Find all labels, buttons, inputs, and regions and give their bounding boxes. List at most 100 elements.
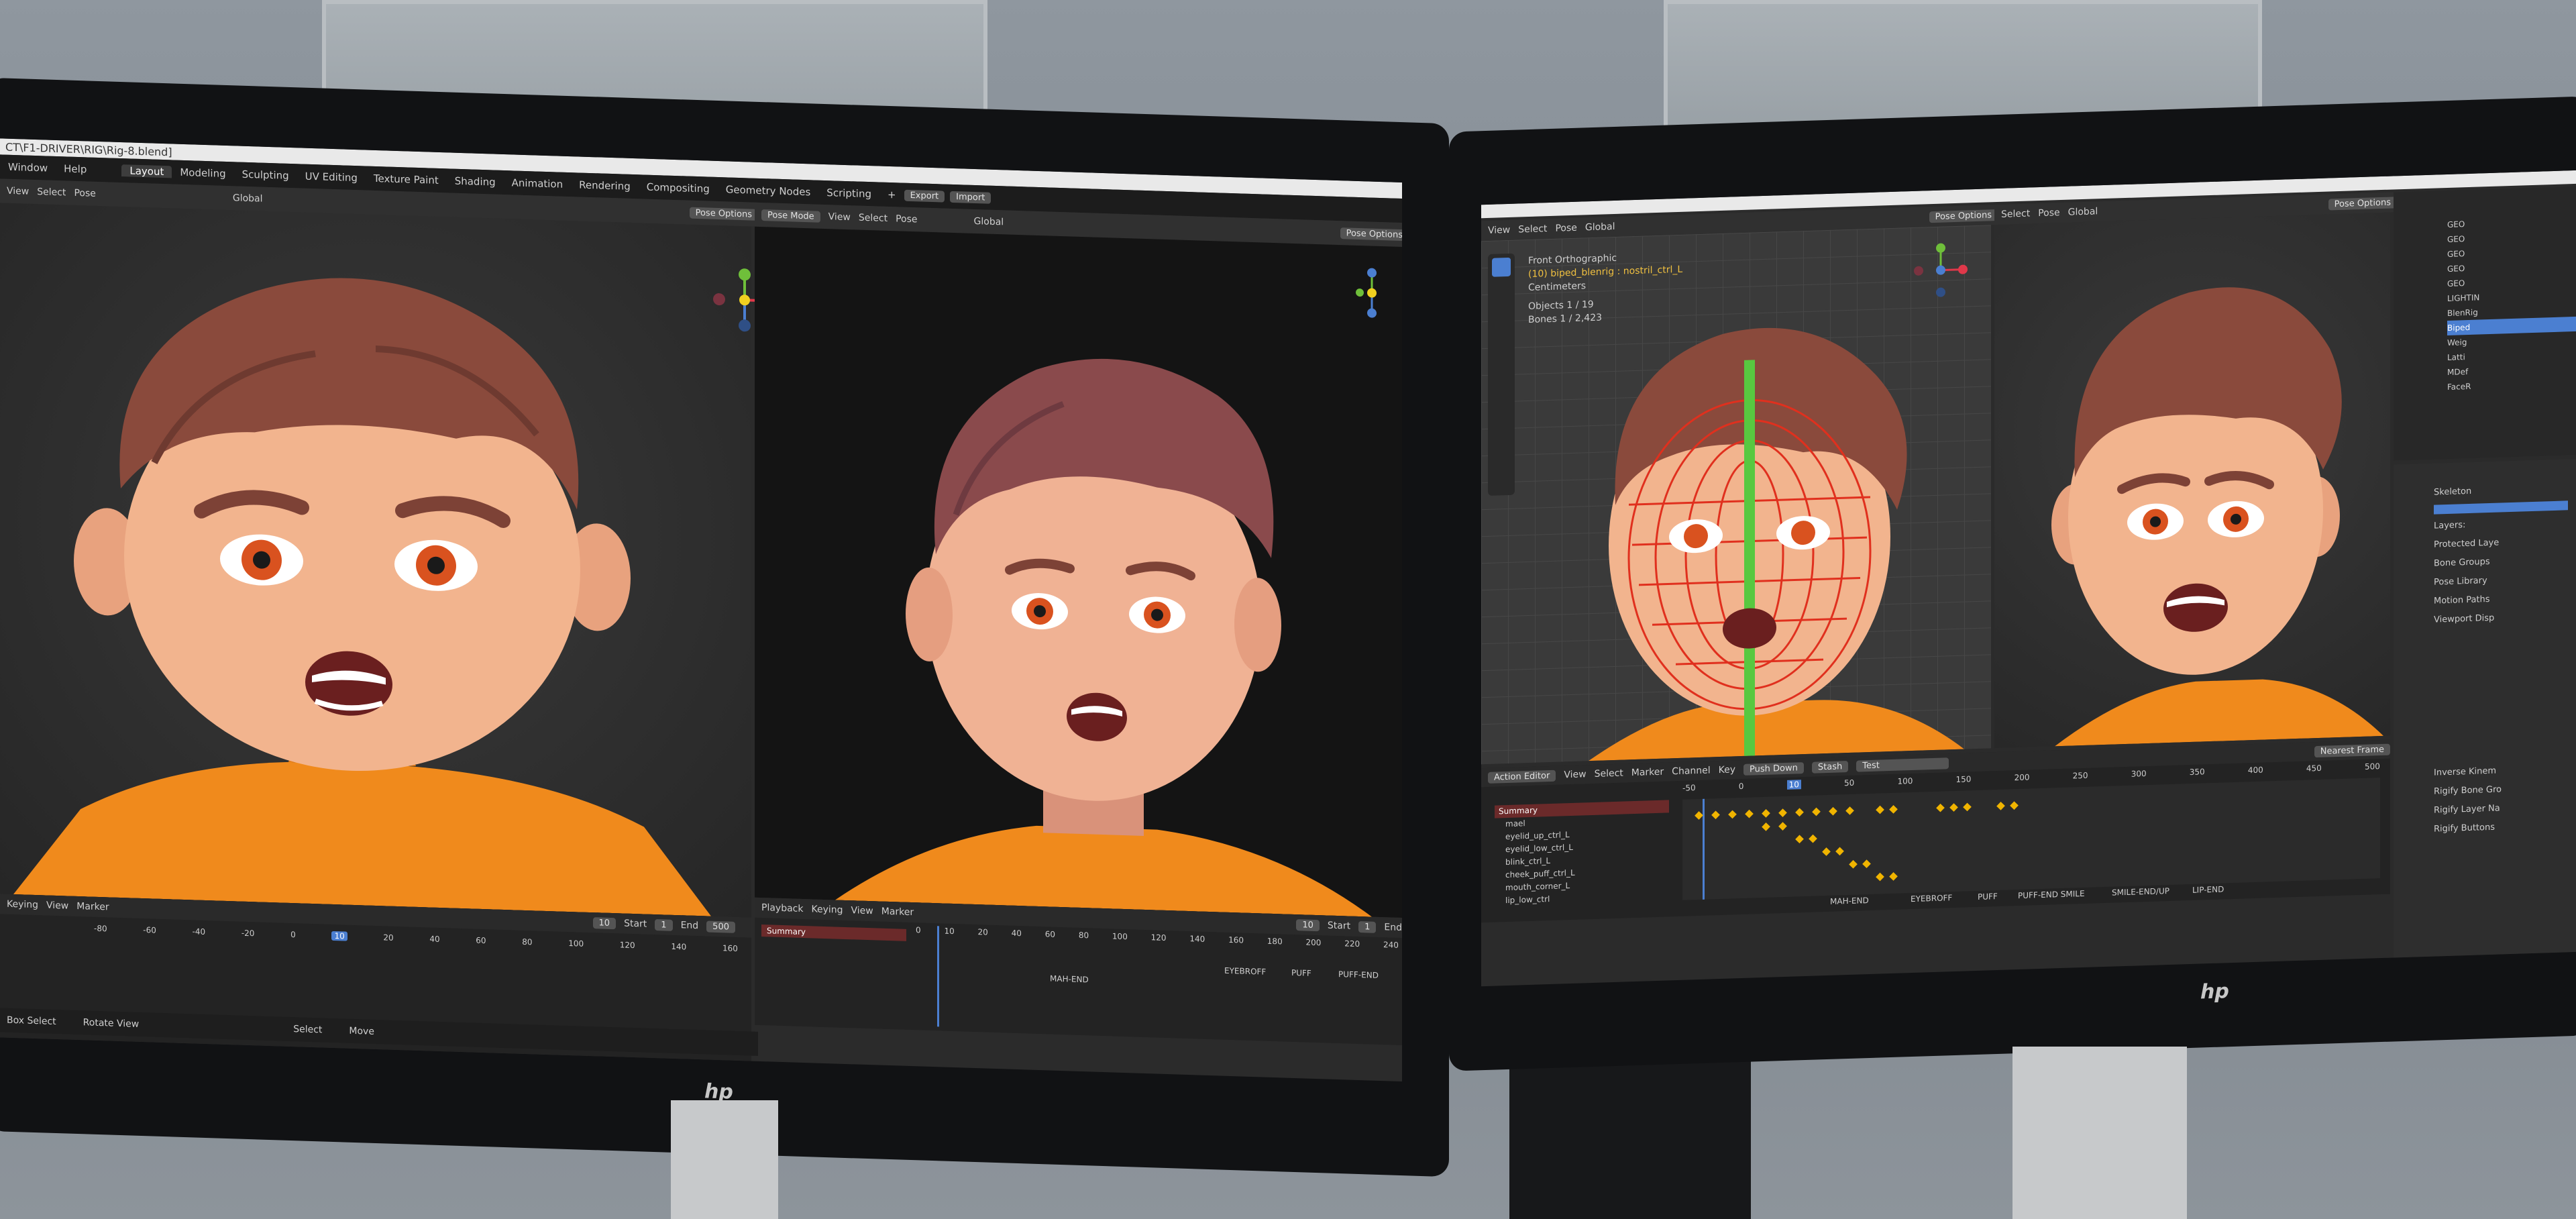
ae-menu-marker[interactable]: Marker (1631, 767, 1664, 779)
keyframe[interactable] (1876, 872, 1884, 882)
rig-pose-options[interactable]: Pose Options (1929, 209, 1998, 223)
view-menu[interactable]: View (46, 900, 68, 912)
import-button[interactable]: Import (950, 191, 991, 204)
menu-view-2[interactable]: View (828, 211, 851, 223)
export-button[interactable]: Export (904, 189, 945, 203)
tab-animation[interactable]: Animation (504, 176, 571, 191)
keyframe[interactable] (1812, 807, 1821, 816)
ae-marker-eyebroff[interactable]: EYEBROFF (1911, 893, 1952, 904)
preview-viewport[interactable] (1994, 212, 2390, 749)
tab-sculpting[interactable]: Sculpting (234, 168, 297, 182)
keyframe[interactable] (1695, 811, 1703, 820)
editor-mode-dropdown[interactable]: Action Editor (1488, 770, 1556, 784)
timeline-left[interactable]: Keying View Marker 10 Start 1 End 500 -8… (0, 894, 758, 1061)
menu-pose-2[interactable]: Pose (896, 213, 917, 225)
ae-marker-puff-end-smile[interactable]: PUFF-END SMILE (2018, 889, 2085, 900)
ae-marker-smile-end[interactable]: SMILE-END/UP (2112, 886, 2169, 898)
tab-layout[interactable]: Layout (121, 164, 172, 178)
outliner-panel[interactable]: GEO GEO GEO GEO GEO LIGHTIN BlenRig Bipe… (2394, 186, 2576, 461)
end-field[interactable]: 500 (706, 920, 735, 933)
marker-puff-end[interactable]: PUFF-END (1338, 969, 1379, 980)
ae-menu-key[interactable]: Key (1719, 764, 1735, 776)
transform-orientation-2[interactable]: Global (974, 216, 1004, 227)
pose-options-button-2[interactable]: Pose Options (1340, 227, 1402, 241)
tab-rendering[interactable]: Rendering (571, 178, 639, 193)
pose-mode-dropdown[interactable]: Pose Mode (761, 209, 820, 223)
keying-menu[interactable]: Keying (7, 899, 38, 910)
keyframe[interactable] (1835, 847, 1844, 856)
marker-mah-end[interactable]: MAH-END (1050, 974, 1089, 985)
keyframe[interactable] (1949, 803, 1958, 812)
menu-select-2[interactable]: Select (859, 213, 888, 224)
menu-pose[interactable]: Pose (74, 188, 95, 199)
playhead[interactable] (937, 926, 939, 1027)
left-3d-viewport[interactable] (0, 203, 776, 918)
layers-bar[interactable] (2434, 500, 2568, 515)
ae-marker-puff[interactable]: PUFF (1978, 892, 1998, 902)
stash-button[interactable]: Stash (1811, 760, 1849, 774)
current-frame-field[interactable]: 10 (592, 916, 616, 929)
keyframe[interactable] (1845, 806, 1854, 815)
menu-select[interactable]: Select (37, 187, 66, 198)
keyframe[interactable] (1745, 809, 1754, 818)
tab-compositing[interactable]: Compositing (639, 180, 718, 195)
start-field-2[interactable]: 1 (1358, 920, 1377, 933)
menu-view[interactable]: View (7, 186, 29, 197)
rig-menu-view[interactable]: View (1488, 225, 1510, 236)
tab-shading[interactable]: Shading (447, 174, 504, 189)
playback-menu[interactable]: Playback (761, 902, 803, 914)
start-field[interactable]: 1 (655, 918, 673, 931)
menu-help[interactable]: Help (56, 162, 95, 176)
push-down-button[interactable]: Push Down (1743, 761, 1804, 776)
keyframe[interactable] (1889, 805, 1898, 814)
navigation-gizmo-2[interactable] (1352, 266, 1392, 323)
current-frame-indicator[interactable]: 10 (331, 931, 347, 941)
keyframe[interactable] (1822, 847, 1831, 856)
marker-puff[interactable]: PUFF (1291, 968, 1311, 978)
summary-channel[interactable]: Summary (761, 924, 906, 941)
action-name-field[interactable]: Test (1856, 757, 1949, 772)
current-frame-field-2[interactable]: 10 (1296, 918, 1320, 931)
rig-menu-pose[interactable]: Pose (1555, 223, 1576, 234)
keying-menu-2[interactable]: Keying (811, 904, 843, 915)
properties-panel[interactable]: Skeleton Layers: Protected Laye Bone Gro… (2394, 458, 2576, 958)
rig-orientation[interactable]: Global (1585, 221, 1615, 233)
keyframe[interactable] (1862, 859, 1871, 869)
keyframe[interactable] (1996, 802, 2005, 810)
rig-3d-viewport[interactable]: Front Orthographic (10) biped_blenrig : … (1481, 225, 1991, 765)
ae-menu-view[interactable]: View (1564, 769, 1586, 780)
action-editor[interactable]: Action Editor View Select Marker Channel… (1481, 739, 2390, 923)
add-workspace-icon[interactable]: + (879, 189, 904, 201)
preview-menu-pose[interactable]: Pose (2038, 207, 2059, 219)
keyframe-area[interactable] (1682, 778, 2380, 900)
ae-menu-channel[interactable]: Channel (1672, 765, 1710, 777)
preview-orientation[interactable]: Global (2068, 206, 2098, 217)
keyframe[interactable] (1728, 810, 1737, 819)
tab-modeling[interactable]: Modeling (172, 166, 233, 180)
keyframe[interactable] (1711, 810, 1720, 820)
keyframe[interactable] (1889, 872, 1898, 881)
ae-marker-lip-end[interactable]: LIP-END (2192, 884, 2224, 894)
marker-menu-tl[interactable]: Marker (881, 906, 914, 918)
keyframe[interactable] (1762, 822, 1770, 831)
keyframe[interactable] (1795, 808, 1804, 817)
skeleton-section[interactable]: Skeleton (2434, 478, 2576, 502)
marker-menu[interactable]: Marker (76, 901, 109, 913)
keyframe[interactable] (1809, 834, 1817, 843)
keyframe[interactable] (1762, 808, 1770, 818)
keyframe[interactable] (1936, 803, 1945, 812)
rigify-buttons-section[interactable]: Rigify Buttons (2434, 815, 2576, 839)
tab-geometry-nodes[interactable]: Geometry Nodes (718, 183, 819, 199)
rendered-viewport[interactable] (755, 226, 1402, 918)
ae-marker-mah-end[interactable]: MAH-END (1830, 896, 1869, 906)
preview-menu-select[interactable]: Select (2001, 208, 2030, 219)
action-playhead[interactable] (1703, 798, 1705, 900)
tab-scripting[interactable]: Scripting (818, 187, 879, 201)
timeline-right[interactable]: Playback Keying View Marker 10 Start 1 E… (755, 897, 1402, 1046)
transform-orientation[interactable]: Global (233, 193, 263, 204)
keyframe[interactable] (1849, 859, 1858, 869)
rig-menu-select[interactable]: Select (1518, 223, 1547, 235)
menu-window[interactable]: Window (0, 160, 56, 174)
view-menu-tl[interactable]: View (851, 905, 873, 916)
keyframe[interactable] (1795, 835, 1804, 844)
